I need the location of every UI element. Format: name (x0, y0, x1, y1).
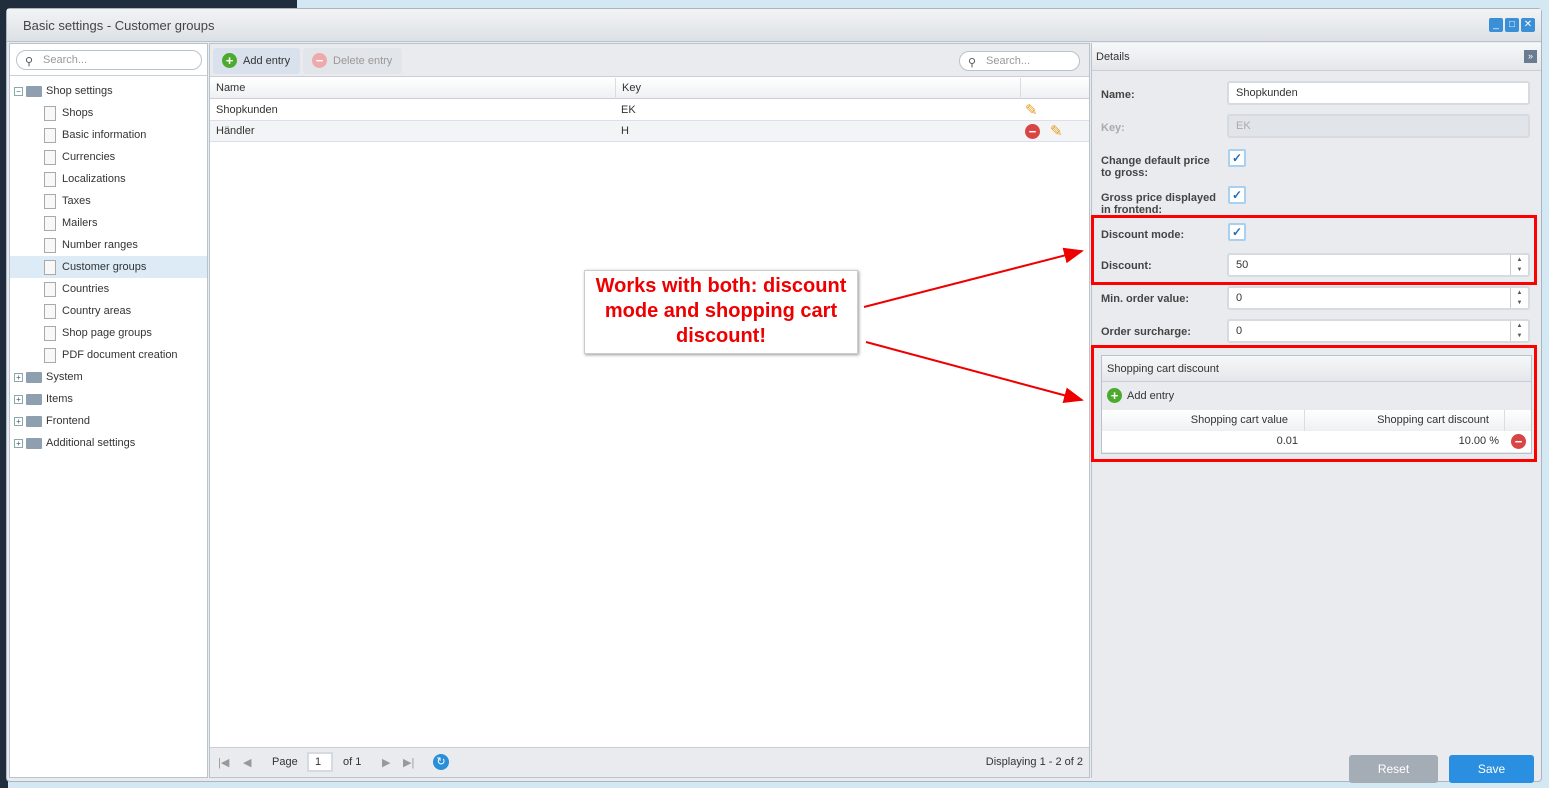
arrow-to-cart-discount (865, 341, 1084, 404)
annotation-callout: Works with both: discount mode and shopp… (584, 270, 858, 354)
arrow-to-discount-mode (863, 247, 1084, 308)
annotation-arrows (863, 247, 1084, 404)
